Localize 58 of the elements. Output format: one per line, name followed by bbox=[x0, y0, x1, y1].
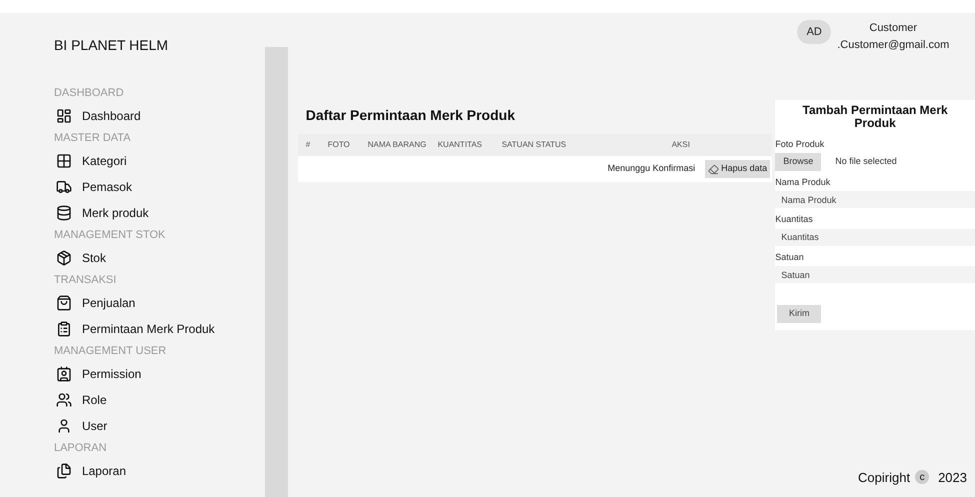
files-icon bbox=[56, 463, 72, 479]
scrollbar-track[interactable] bbox=[264, 47, 288, 497]
column-header: STATUS bbox=[536, 139, 568, 151]
nav-link[interactable]: Role bbox=[82, 391, 107, 409]
copyright-symbol: c bbox=[915, 470, 930, 484]
browse-button[interactable]: Browse bbox=[775, 152, 822, 170]
table-title: Daftar Permintaan Merk Produk bbox=[306, 106, 516, 125]
user-name: Customer bbox=[869, 21, 918, 36]
avatar[interactable]: AD bbox=[797, 20, 832, 44]
nav-link[interactable]: Permintaan Merk Produk bbox=[82, 320, 215, 338]
copyright-year: 2023 bbox=[938, 468, 967, 486]
grid-icon bbox=[56, 153, 72, 169]
id-card-icon bbox=[56, 366, 72, 382]
submit-button[interactable]: Kirim bbox=[777, 305, 822, 323]
user-email: .Customer@gmail.com bbox=[837, 38, 950, 52]
nav-link[interactable]: Kategori bbox=[82, 152, 127, 170]
nav-link[interactable]: Penjualan bbox=[82, 294, 136, 312]
section-heading: MANAGEMENT STOK bbox=[54, 228, 166, 243]
nav-link[interactable]: Merk produk bbox=[82, 204, 149, 222]
field-label: Nama Produk bbox=[775, 176, 832, 188]
column-header: FOTO bbox=[328, 139, 351, 151]
clipboard-icon bbox=[56, 321, 72, 337]
input-field[interactable]: Kuantitas bbox=[775, 228, 975, 246]
database-icon bbox=[56, 205, 72, 221]
copyright-text: Copiright bbox=[858, 468, 910, 487]
nav-link[interactable]: Stok bbox=[82, 249, 106, 267]
section-heading: TRANSAKSI bbox=[54, 273, 118, 288]
form-title: Tambah Permintaan Merk Produk bbox=[802, 104, 949, 130]
nav-link[interactable]: Dashboard bbox=[82, 107, 141, 125]
user-icon bbox=[56, 418, 72, 434]
section-heading: DASHBOARD bbox=[54, 86, 125, 101]
field-label: Kuantitas bbox=[775, 213, 814, 226]
nav-link[interactable]: User bbox=[82, 417, 108, 435]
dashboard-icon bbox=[56, 108, 72, 124]
column-header: # bbox=[306, 139, 312, 151]
nav-link[interactable]: Laporan bbox=[82, 462, 126, 480]
nav-link[interactable]: Pemasok bbox=[82, 178, 132, 196]
nav-link[interactable]: Permission bbox=[82, 365, 142, 383]
column-header: KUANTITAS bbox=[438, 139, 484, 151]
input-field[interactable]: Satuan bbox=[775, 266, 975, 283]
field-label: Satuan bbox=[775, 250, 805, 264]
column-header: AKSI bbox=[672, 139, 691, 151]
brand-title: BI PLANET HELM bbox=[54, 36, 170, 55]
section-heading: MASTER DATA bbox=[54, 131, 132, 146]
delete-button[interactable]: Hapus data bbox=[705, 160, 770, 178]
eraser-icon bbox=[708, 164, 720, 174]
box-icon bbox=[56, 250, 72, 266]
section-heading: MANAGEMENT USER bbox=[54, 344, 168, 359]
section-heading: LAPORAN bbox=[54, 441, 108, 456]
column-header: SATUAN bbox=[502, 139, 535, 151]
status-text: Menunggu Konfirmasi bbox=[608, 162, 696, 176]
users-icon bbox=[56, 392, 72, 408]
column-header: NAMA BARANG bbox=[368, 139, 428, 151]
file-status: No file selected bbox=[835, 154, 897, 168]
input-field[interactable]: Nama Produk bbox=[775, 191, 975, 208]
field-label: Foto Produk bbox=[775, 138, 826, 151]
bag-icon bbox=[56, 295, 72, 311]
truck-icon bbox=[56, 179, 72, 195]
